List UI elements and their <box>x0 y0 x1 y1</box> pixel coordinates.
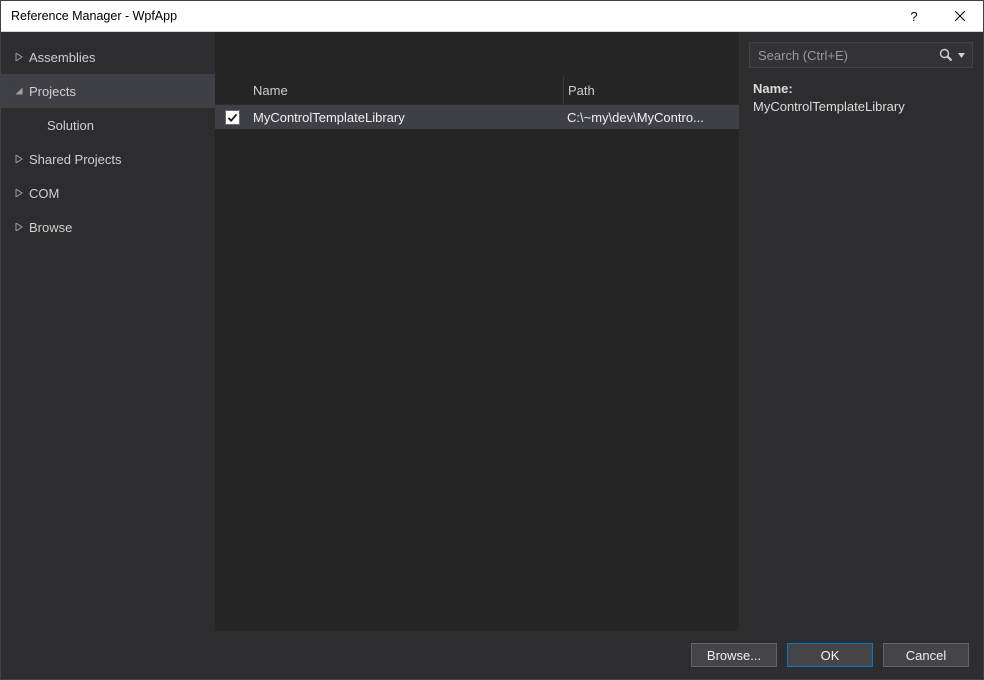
rightpane: Name: MyControlTemplateLibrary <box>739 32 983 631</box>
sidebar-item-shared-projects[interactable]: Shared Projects <box>1 142 215 176</box>
search-box[interactable] <box>749 42 973 68</box>
sidebar-item-label: Assemblies <box>29 50 95 65</box>
detail-name-value: MyControlTemplateLibrary <box>753 98 969 116</box>
cancel-button[interactable]: Cancel <box>883 643 969 667</box>
window-title: Reference Manager - WpfApp <box>11 9 891 23</box>
search-icon[interactable] <box>937 48 955 62</box>
chevron-right-icon <box>11 53 27 61</box>
list-header-spacer <box>215 32 739 76</box>
chevron-down-icon <box>958 53 965 58</box>
sidebar-item-com[interactable]: COM <box>1 176 215 210</box>
search-input[interactable] <box>758 48 937 63</box>
detail-name-label: Name: <box>753 80 969 98</box>
sidebar-item-assemblies[interactable]: Assemblies <box>1 40 215 74</box>
reference-list: Name Path MyControlTemplateLibrary C:\~m… <box>215 32 739 631</box>
sidebar-item-label: Browse <box>29 220 72 235</box>
chevron-right-icon <box>11 155 27 163</box>
detail-panel: Name: MyControlTemplateLibrary <box>739 74 983 122</box>
search-dropdown[interactable] <box>955 53 968 58</box>
ok-button[interactable]: OK <box>787 643 873 667</box>
help-icon: ? <box>910 9 917 24</box>
column-path[interactable]: Path <box>563 76 739 104</box>
sidebar-subitem-solution[interactable]: Solution <box>1 108 215 142</box>
window: Reference Manager - WpfApp ? Assemblies <box>0 0 984 680</box>
help-button[interactable]: ? <box>891 1 937 31</box>
sidebar-item-projects[interactable]: Projects <box>1 74 215 108</box>
sidebar-subitem-label: Solution <box>47 118 94 133</box>
checkmark-icon <box>227 112 238 123</box>
sidebar-item-label: Projects <box>29 84 76 99</box>
chevron-right-icon <box>11 223 27 231</box>
footer: Browse... OK Cancel <box>1 631 983 679</box>
chevron-down-icon <box>11 87 27 95</box>
close-icon <box>955 11 965 21</box>
column-name[interactable]: Name <box>249 83 563 98</box>
list-row[interactable]: MyControlTemplateLibrary C:\~my\dev\MyCo… <box>215 105 739 129</box>
sidebar-item-label: COM <box>29 186 59 201</box>
row-checkbox-cell <box>215 110 249 125</box>
titlebar: Reference Manager - WpfApp ? <box>1 1 983 32</box>
sidebar-item-browse[interactable]: Browse <box>1 210 215 244</box>
sidebar: Assemblies Projects Solution Shared Proj… <box>1 32 215 631</box>
row-checkbox[interactable] <box>225 110 240 125</box>
row-name: MyControlTemplateLibrary <box>249 110 563 125</box>
body: Assemblies Projects Solution Shared Proj… <box>1 32 983 631</box>
browse-button[interactable]: Browse... <box>691 643 777 667</box>
row-path: C:\~my\dev\MyContro... <box>563 110 739 125</box>
list-column-headers: Name Path <box>215 76 739 105</box>
sidebar-item-label: Shared Projects <box>29 152 122 167</box>
close-button[interactable] <box>937 1 983 31</box>
chevron-right-icon <box>11 189 27 197</box>
search-wrap <box>739 32 983 74</box>
